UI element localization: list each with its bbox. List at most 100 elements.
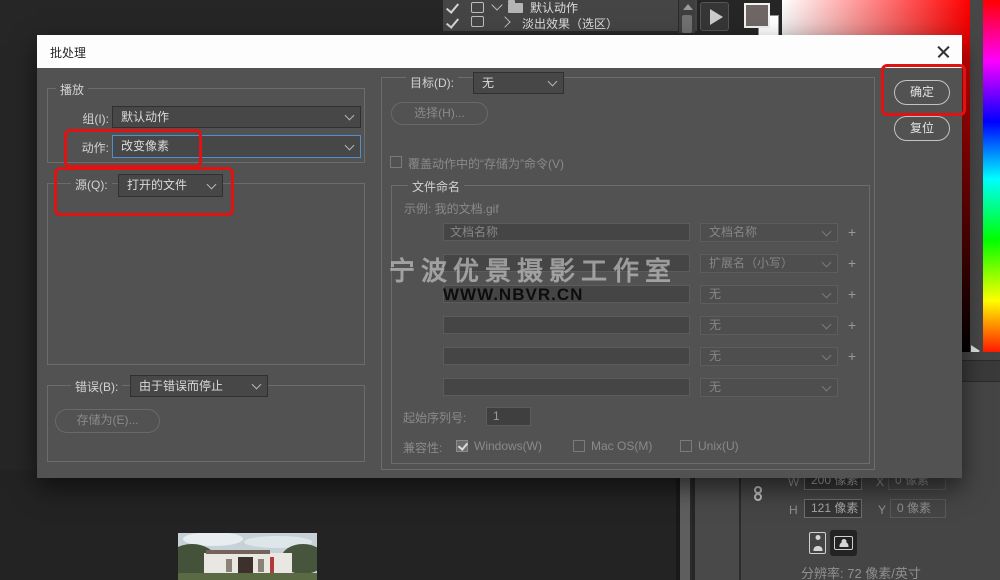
add-naming-token-button-4: + — [842, 317, 862, 333]
choose-button: 选择(H)... — [391, 102, 488, 125]
chevron-down-icon — [252, 380, 262, 390]
naming-type-dropdown-3: 无 — [700, 285, 838, 304]
source-groupbox — [47, 183, 365, 365]
naming-field-5 — [443, 347, 690, 365]
naming-type-value: 无 — [709, 380, 721, 394]
action-label: 动作: — [65, 139, 109, 156]
source-dropdown-value: 打开的文件 — [127, 178, 187, 192]
windows-label: Windows(W) — [474, 439, 542, 453]
batch-dialog: 批处理 播放 组(I): 默认动作 动作: 改变像素 源(Q): 打开的文件 错… — [37, 35, 962, 478]
naming-type-value: 无 — [709, 318, 721, 332]
action-dropdown[interactable]: 改变像素 — [112, 135, 361, 158]
naming-type-dropdown-1: 文档名称 — [700, 223, 838, 242]
source-dropdown[interactable]: 打开的文件 — [118, 174, 223, 197]
naming-field-3 — [443, 285, 690, 303]
naming-field-4 — [443, 316, 690, 334]
compatibility-label: 兼容性: — [403, 439, 442, 456]
serial-label: 起始序列号: — [403, 409, 466, 426]
destination-dropdown-value: 无 — [482, 76, 494, 90]
ok-button[interactable]: 确定 — [894, 80, 950, 105]
source-label: 源(Q): — [71, 176, 112, 193]
dialog-titlebar[interactable]: 批处理 — [37, 35, 962, 68]
unix-label: Unix(U) — [698, 439, 739, 453]
error-dropdown-value: 由于错误而停止 — [139, 379, 223, 393]
chevron-down-icon — [207, 179, 217, 189]
chevron-down-icon — [345, 111, 355, 121]
height-field: 121 像素 — [804, 499, 862, 518]
add-naming-token-button-2: + — [842, 255, 862, 271]
actions-panel: 默认动作 淡出效果（选区） — [443, 0, 697, 33]
height-label: H — [789, 503, 798, 517]
macos-label: Mac OS(M) — [591, 439, 652, 453]
action-dropdown-value: 改变像素 — [121, 139, 169, 153]
foreground-color-swatch[interactable] — [744, 3, 770, 28]
play-action-button[interactable] — [700, 2, 729, 31]
chevron-down-icon — [822, 350, 832, 360]
y-field: 0 像素 — [890, 499, 946, 518]
y-label: Y — [878, 503, 886, 517]
document-canvas — [0, 470, 678, 580]
panel-divider — [739, 478, 741, 580]
dialog-toggle-icon[interactable] — [471, 16, 484, 27]
naming-field-1: 文档名称 — [443, 223, 690, 241]
destination-label: 目标(D): — [406, 74, 458, 91]
action-item-label[interactable]: 淡出效果（选区） — [522, 15, 618, 32]
add-naming-token-button-1: + — [842, 224, 862, 240]
canvas-scrollbar[interactable] — [680, 478, 692, 580]
chevron-down-icon — [548, 77, 558, 87]
windows-checkbox — [456, 440, 468, 452]
chevron-down-icon — [822, 226, 832, 236]
action-row-fade-effect[interactable]: 淡出效果（选区） — [443, 12, 677, 31]
photoshop-screen: 默认动作 淡出效果（选区） — [0, 0, 1000, 580]
link-dimensions-icon — [754, 486, 764, 504]
landscape-orientation-button — [830, 530, 857, 556]
reset-button[interactable]: 复位 — [894, 116, 950, 141]
chevron-down-icon — [822, 319, 832, 329]
naming-type-value: 文档名称 — [709, 225, 757, 239]
close-icon[interactable] — [936, 44, 951, 59]
destination-dropdown[interactable]: 无 — [473, 72, 564, 94]
chevron-right-icon[interactable] — [499, 16, 510, 27]
panel-gutter — [695, 478, 739, 580]
naming-field-6 — [443, 378, 690, 396]
naming-type-dropdown-4: 无 — [700, 316, 838, 335]
naming-type-value: 扩展名（小写） — [709, 256, 793, 270]
error-dropdown[interactable]: 由于错误而停止 — [130, 375, 268, 397]
set-dropdown[interactable]: 默认动作 — [112, 106, 361, 128]
action-row-default-actions[interactable]: 默认动作 — [443, 0, 677, 12]
macos-checkbox — [573, 440, 585, 452]
naming-type-dropdown-6: 无 — [700, 378, 838, 397]
naming-type-value: 无 — [709, 287, 721, 301]
unix-checkbox — [680, 440, 692, 452]
chevron-down-icon — [822, 381, 832, 391]
house-photo-thumbnail — [178, 533, 317, 580]
chevron-down-icon[interactable] — [491, 0, 502, 11]
chevron-down-icon — [345, 140, 355, 150]
set-label: 组(I): — [65, 110, 109, 127]
landscape-icon — [834, 536, 853, 550]
play-legend: 播放 — [56, 81, 88, 98]
chevron-down-icon — [822, 257, 832, 267]
serial-field: 1 — [486, 407, 531, 426]
chevron-down-icon — [822, 288, 832, 298]
naming-field-2 — [443, 254, 690, 272]
naming-type-dropdown-5: 无 — [700, 347, 838, 366]
add-naming-token-button-3: + — [842, 286, 862, 302]
naming-example: 示例: 我的文档.gif — [404, 200, 499, 217]
override-save-as-label: 覆盖动作中的“存储为”命令(V) — [408, 155, 564, 172]
actions-scrollbar[interactable] — [678, 0, 695, 33]
resolution-text: 分辨率: 72 像素/英寸 — [801, 563, 921, 580]
error-label: 错误(B): — [71, 378, 122, 395]
naming-type-value: 无 — [709, 349, 721, 363]
action-enabled-check-icon[interactable] — [446, 15, 459, 29]
set-dropdown-value: 默认动作 — [121, 110, 169, 124]
file-naming-legend: 文件命名 — [408, 178, 464, 195]
dialog-title: 批处理 — [50, 44, 86, 61]
add-naming-token-button-5: + — [842, 348, 862, 364]
hue-slider-strip[interactable] — [983, 0, 1000, 358]
scroll-up-icon[interactable] — [683, 4, 693, 10]
play-icon — [710, 9, 723, 25]
naming-type-dropdown-2: 扩展名（小写） — [700, 254, 838, 273]
save-as-button: 存储为(E)... — [55, 409, 160, 433]
scrollbar-thumb[interactable] — [682, 15, 692, 33]
